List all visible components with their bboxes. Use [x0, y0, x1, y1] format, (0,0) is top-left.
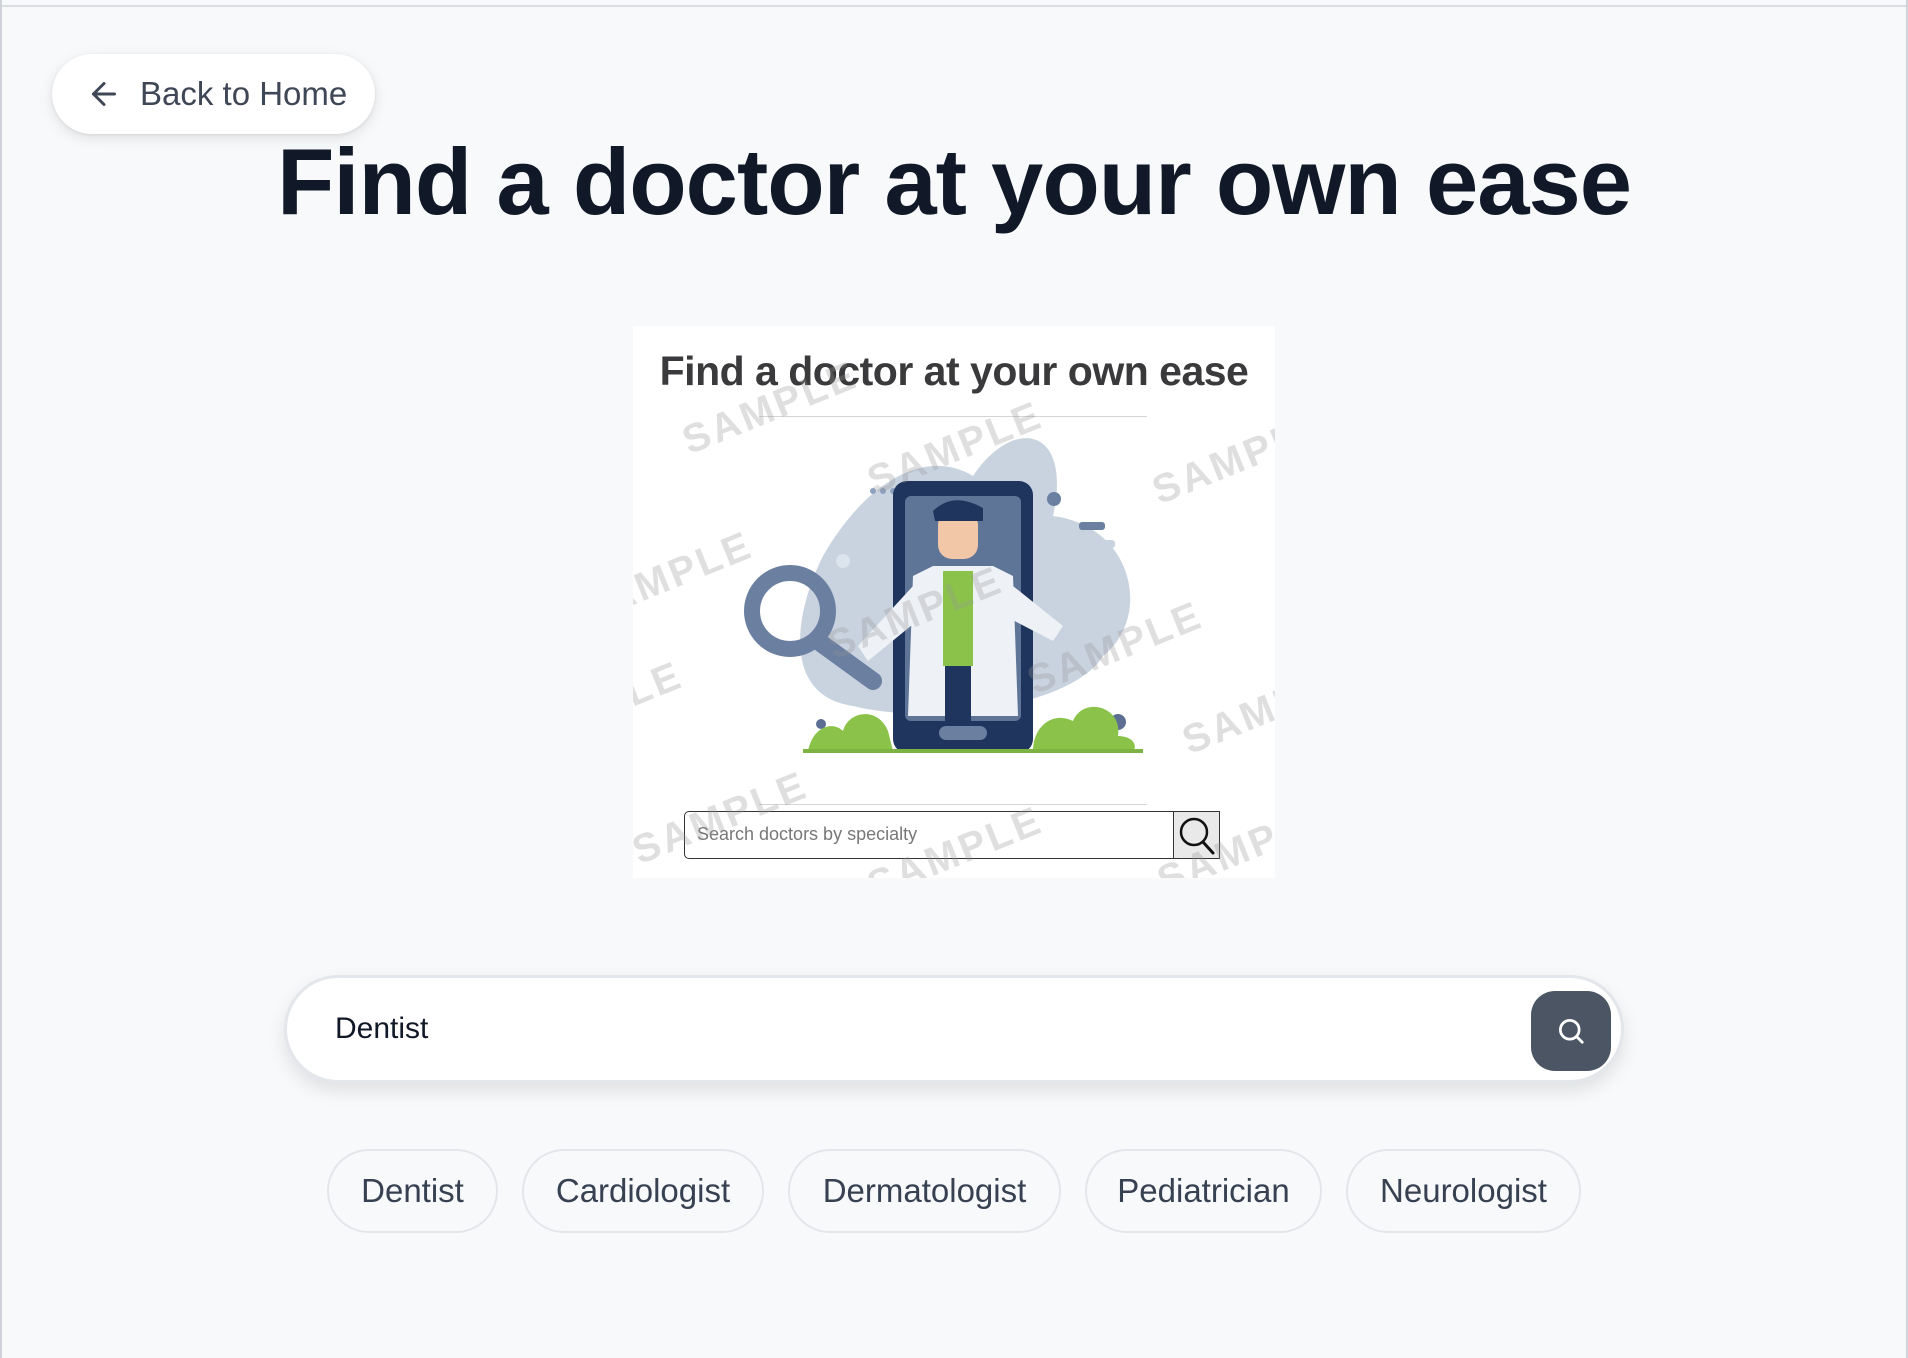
illustration-divider-bottom [759, 804, 1147, 805]
page-title: Find a doctor at your own ease [276, 129, 1632, 234]
specialty-chip-dermatologist[interactable]: Dermatologist [788, 1149, 1061, 1233]
specialty-chip-cardiologist[interactable]: Cardiologist [522, 1149, 764, 1233]
hero-illustration: Find a doctor at your own ease Search do… [633, 326, 1275, 878]
illustration-title: Find a doctor at your own ease [659, 348, 1249, 394]
back-to-home-label: Back to Home [140, 75, 348, 112]
search-icon [1559, 1019, 1584, 1044]
illustration-divider-top [759, 416, 1147, 417]
back-to-home-button[interactable]: Back to Home [52, 54, 375, 134]
arrow-left-icon [92, 82, 116, 106]
specialty-search-input[interactable] [335, 978, 1485, 1080]
specialty-chip-neurologist[interactable]: Neurologist [1346, 1149, 1581, 1233]
specialty-chip-pediatrician[interactable]: Pediatrician [1085, 1149, 1322, 1233]
specialty-search-bar [284, 975, 1624, 1083]
search-button[interactable] [1531, 991, 1611, 1071]
specialty-chip-dentist[interactable]: Dentist [327, 1149, 498, 1233]
window-top-border [0, 0, 1908, 7]
